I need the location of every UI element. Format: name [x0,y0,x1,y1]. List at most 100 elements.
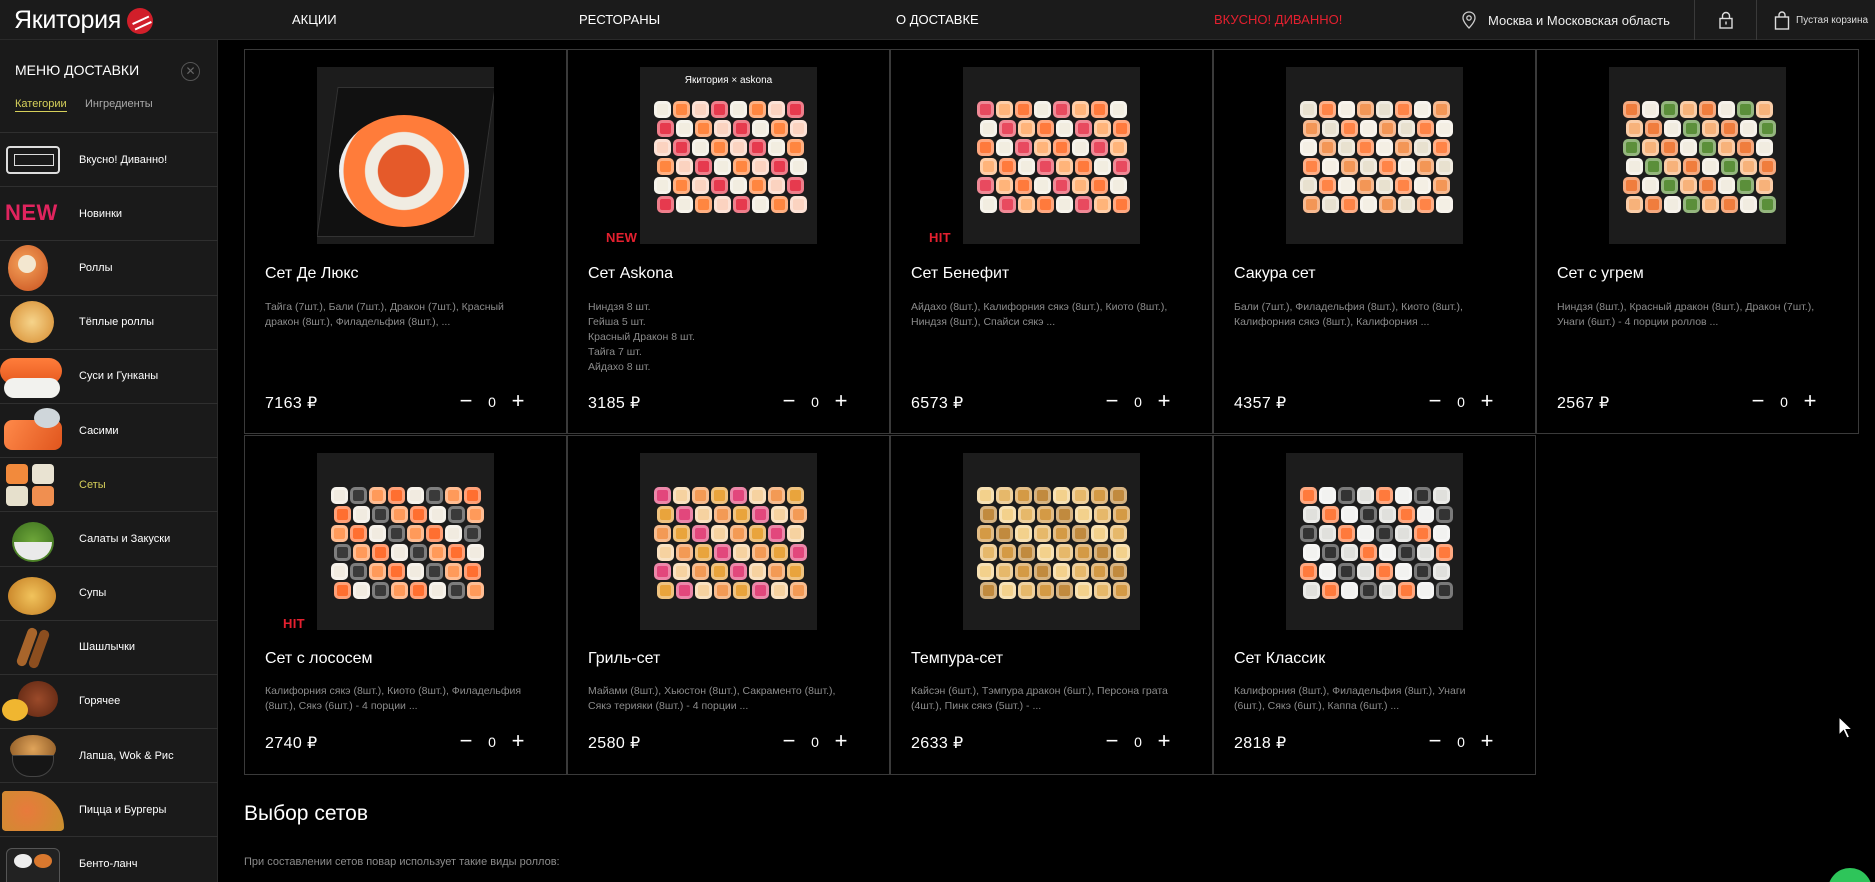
decrease-button[interactable]: − [1101,390,1123,413]
sidebar-item-label: Супы [79,587,107,600]
sidebar-item-label: Роллы [79,261,113,274]
nav-promotions[interactable]: АКЦИИ [292,12,337,27]
nav-restaurants[interactable]: РЕСТОРАНЫ [579,12,660,27]
product-price: 2580 ₽ [588,735,641,752]
sidebar-item-sushi[interactable]: Суси и Гунканы [0,348,218,403]
product-badge: HIT [283,616,305,631]
increase-button[interactable]: + [1476,390,1498,413]
quantity-value: 0 [811,734,819,750]
product-card[interactable]: HIT Сет Бенефит Айдахо (8шт.), Калифорния … [890,49,1213,434]
product-title[interactable]: Гриль-сет [588,650,660,668]
chat-widget-button[interactable] [1828,868,1872,882]
decrease-button[interactable]: − [1747,390,1769,413]
sidebar-item-hot[interactable]: Горячее [0,673,218,728]
sidebar-item-bento[interactable]: Бенто-ланч [0,836,218,882]
nav-sofa-promo[interactable]: ВКУСНО! ДИВАННО! [1214,12,1342,27]
quantity-stepper: −0 + [1424,390,1498,413]
product-price: 6573 ₽ [911,395,964,412]
product-title[interactable]: Сет Бенефит [911,265,1009,283]
sidebar-item-rolls[interactable]: Роллы [0,240,218,294]
sidebar-item-sofa[interactable]: Вкусно! Диванно! [0,132,218,186]
increase-button[interactable]: + [1476,730,1498,753]
decrease-button[interactable]: − [455,390,477,413]
sashimi-thumbnail [0,404,66,457]
product-title[interactable]: Сет Askona [588,265,673,283]
increase-button[interactable]: + [830,390,852,413]
product-title[interactable]: Сет Классик [1234,650,1325,668]
product-title[interactable]: Сакура сет [1234,265,1316,283]
quantity-stepper: −0 + [1424,730,1498,753]
increase-button[interactable]: + [830,730,852,753]
product-image[interactable] [1286,453,1463,630]
increase-button[interactable]: + [1153,390,1175,413]
quantity-stepper: −0 + [1747,390,1821,413]
section-text: При составлении сетов повар использует т… [244,856,560,868]
logo-mark-icon [127,7,154,34]
sidebar-item-salads[interactable]: Салаты и Закуски [0,511,218,565]
section-title: Выбор сетов [244,802,369,825]
decrease-button[interactable]: − [1101,730,1123,753]
product-card[interactable]: Сет с угрем Ниндзя (8шт.), Красный дракон… [1536,49,1859,434]
product-card[interactable]: Темпура-сет Кайсэн (6шт.), Тэмпура дракон… [890,435,1213,775]
product-title[interactable]: Темпура-сет [911,650,1003,668]
decrease-button[interactable]: − [1424,390,1446,413]
logo[interactable]: Якитория [14,6,154,35]
sidebar-item-sets[interactable]: Сеты [0,457,218,511]
tab-ingredients[interactable]: Ингредиенты [85,98,153,110]
product-title[interactable]: Сет с лососем [265,650,373,668]
quantity-value: 0 [1134,734,1142,750]
product-image[interactable] [640,453,817,630]
product-price: 4357 ₽ [1234,395,1287,412]
product-card[interactable]: Сет Классик Калифорния (8шт.), Филадельфи… [1213,435,1536,775]
increase-button[interactable]: + [1153,730,1175,753]
sidebar-item-sashimi[interactable]: Сасими [0,402,218,457]
tab-categories[interactable]: Категории [15,98,67,112]
close-icon[interactable]: ✕ [181,62,200,81]
product-card[interactable]: Якитория × askona NEW Сет Askona Ниндзя 8 ш… [567,49,890,434]
product-image[interactable] [1286,67,1463,244]
cart-label: Пустая корзина [1796,14,1869,26]
logo-text: Якитория [14,6,122,34]
product-title[interactable]: Сет Де Люкс [265,265,359,283]
product-image[interactable] [317,453,494,630]
product-image[interactable] [317,67,494,244]
increase-button[interactable]: + [1799,390,1821,413]
image-caption: Якитория × askona [684,75,773,86]
product-image[interactable] [963,67,1140,244]
sidebar-item-noodles[interactable]: Лапша, Wok & Рис [0,728,218,782]
cart-button[interactable]: Пустая корзина [1774,0,1875,40]
decrease-button[interactable]: − [778,730,800,753]
product-image[interactable] [963,453,1140,630]
login-button[interactable] [1695,0,1756,40]
sidebar-item-soups[interactable]: Супы [0,565,218,620]
increase-button[interactable]: + [507,390,529,413]
top-header: Якитория АКЦИИ РЕСТОРАНЫ О ДОСТАВКЕ ВКУС… [0,0,1875,40]
decrease-button[interactable]: − [778,390,800,413]
sidebar-item-new[interactable]: NEW Новинки [0,186,218,240]
decrease-button[interactable]: − [455,730,477,753]
sidebar-item-skewers[interactable]: Шашлычки [0,619,218,674]
sidebar-item-warm-rolls[interactable]: Тёплые роллы [0,294,218,349]
product-image[interactable]: Якитория × askona [640,67,817,244]
product-card[interactable]: HIT Сет с лососем Калифорния сякэ (8шт.), … [244,435,567,775]
product-card[interactable]: Сакура сет Бали (7шт.), Филадельфия (8шт.… [1213,49,1536,434]
product-card[interactable]: Гриль-сет Майами (8шт.), Хьюстон (8шт.), … [567,435,890,775]
sidebar-item-pizza[interactable]: Пицца и Бургеры [0,782,218,836]
sidebar-item-label: Бенто-ланч [79,858,138,871]
quantity-value: 0 [1134,394,1142,410]
sidebar-item-label: Суси и Гунканы [79,370,159,383]
product-description: Бали (7шт.), Филадельфия (8шт.), Киото (… [1234,301,1463,328]
decrease-button[interactable]: − [1424,730,1446,753]
product-card[interactable]: Сет Де Люкс Тайга (7шт.), Бали (7шт.), Др… [244,49,567,434]
product-title[interactable]: Сет с угрем [1557,265,1644,283]
product-description: Тайга (7шт.), Бали (7шт.), Дракон (7шт.)… [265,301,504,328]
region-selector[interactable]: Москва и Московская область [1462,0,1670,40]
mouse-cursor-icon [1838,716,1854,739]
quantity-value: 0 [1780,394,1788,410]
product-image[interactable] [1609,67,1786,244]
nav-delivery[interactable]: О ДОСТАВКЕ [896,12,979,27]
quantity-stepper: −0 + [778,390,852,413]
product-description: Калифорния сякэ (8шт.), Киото (8шт.), Фи… [265,685,522,712]
description-line: Тайга 7 шт. [588,346,642,358]
increase-button[interactable]: + [507,730,529,753]
